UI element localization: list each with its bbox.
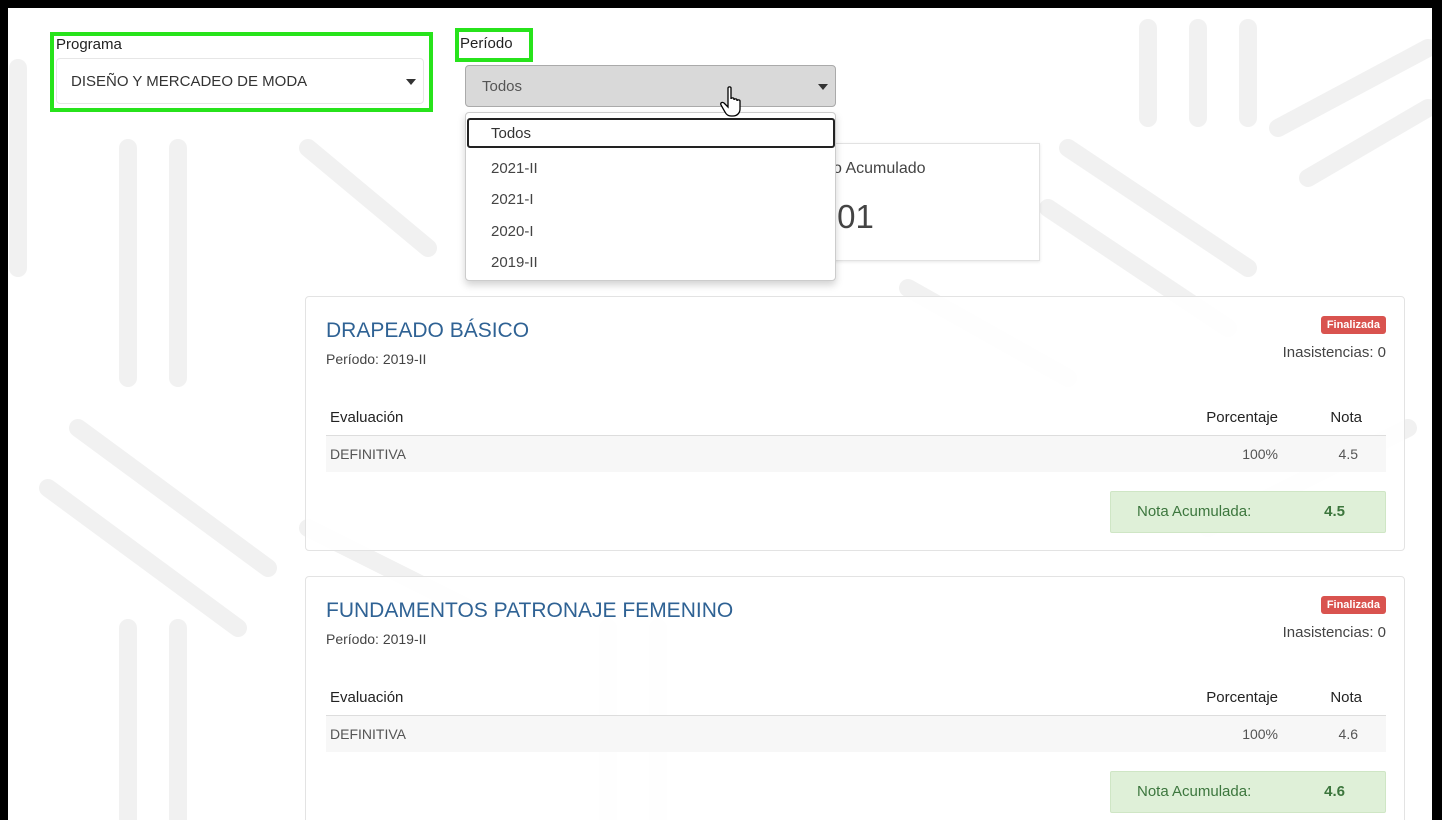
programa-selected-value: DISEÑO Y MERCADEO DE MODA bbox=[71, 72, 308, 90]
nota-acumulada-box: Nota Acumulada: 4.6 bbox=[1110, 771, 1386, 813]
cell-nota: 4.6 bbox=[1338, 726, 1358, 742]
table-row bbox=[326, 716, 1386, 752]
course-title[interactable]: DRAPEADO BÁSICO bbox=[326, 319, 529, 343]
periodo-selected-value: Todos bbox=[482, 77, 523, 95]
nota-acumulada-label: Nota Acumulada: bbox=[1137, 783, 1252, 800]
periodo-label: Período bbox=[460, 35, 513, 52]
col-header-nota: Nota bbox=[1330, 409, 1362, 426]
cell-porcentaje: 100% bbox=[1242, 446, 1278, 462]
status-badge: Finalizada bbox=[1320, 596, 1386, 614]
promedio-label: o Acumulado bbox=[833, 160, 926, 177]
table-row bbox=[326, 436, 1386, 472]
hand-pointer-icon bbox=[720, 86, 741, 117]
col-header-evaluacion: Evaluación bbox=[330, 409, 404, 426]
nota-acumulada-value: 4.5 bbox=[1324, 503, 1345, 520]
periodo-option[interactable]: 2021-I bbox=[467, 184, 834, 215]
course-title[interactable]: FUNDAMENTOS PATRONAJE FEMENINO bbox=[326, 599, 733, 623]
absences-count: Inasistencias: 0 bbox=[1282, 624, 1386, 641]
programa-select[interactable]: DISEÑO Y MERCADEO DE MODA bbox=[56, 58, 424, 104]
page-frame: Programa DISEÑO Y MERCADEO DE MODA Perío… bbox=[8, 8, 1432, 820]
programa-label: Programa bbox=[56, 36, 122, 53]
col-header-porcentaje: Porcentaje bbox=[1206, 409, 1278, 426]
cell-evaluacion: DEFINITIVA bbox=[330, 446, 406, 462]
absences-count: Inasistencias: 0 bbox=[1282, 344, 1386, 361]
nota-acumulada-box: Nota Acumulada: 4.5 bbox=[1110, 491, 1386, 533]
status-badge: Finalizada bbox=[1320, 316, 1386, 334]
nota-acumulada-value: 4.6 bbox=[1324, 783, 1345, 800]
periodo-option[interactable]: 2021-II bbox=[467, 153, 834, 184]
periodo-select[interactable]: Todos bbox=[465, 65, 836, 107]
course-period: Período: 2019-II bbox=[326, 351, 427, 367]
course-card: DRAPEADO BÁSICO Período: 2019-II Finaliz… bbox=[305, 296, 1405, 551]
course-card: FUNDAMENTOS PATRONAJE FEMENINO Período: … bbox=[305, 576, 1405, 820]
cell-evaluacion: DEFINITIVA bbox=[330, 726, 406, 742]
cell-porcentaje: 100% bbox=[1242, 726, 1278, 742]
chevron-down-icon bbox=[818, 84, 828, 90]
col-header-evaluacion: Evaluación bbox=[330, 689, 404, 706]
periodo-option[interactable]: 2020-I bbox=[467, 216, 834, 247]
col-header-porcentaje: Porcentaje bbox=[1206, 689, 1278, 706]
periodo-option[interactable]: 2019-II bbox=[467, 247, 834, 278]
periodo-dropdown-menu: Todos 2021-II 2021-I 2020-I 2019-II bbox=[465, 112, 836, 281]
nota-acumulada-label: Nota Acumulada: bbox=[1137, 503, 1252, 520]
periodo-option[interactable]: Todos bbox=[467, 118, 835, 148]
col-header-nota: Nota bbox=[1330, 689, 1362, 706]
course-period: Período: 2019-II bbox=[326, 631, 427, 647]
chevron-down-icon bbox=[406, 79, 416, 85]
cell-nota: 4.5 bbox=[1338, 446, 1358, 462]
